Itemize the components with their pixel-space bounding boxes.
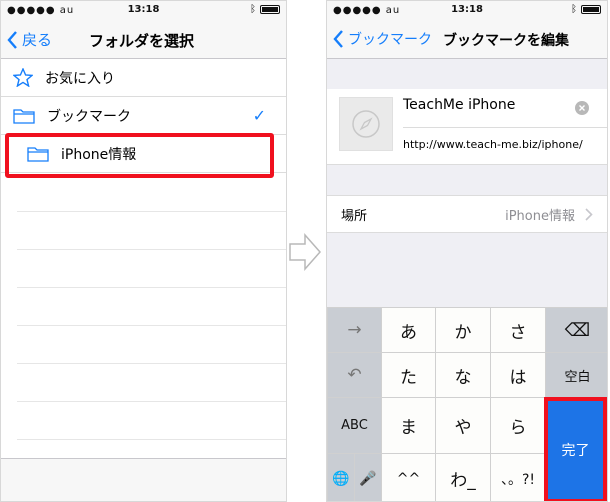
checkmark-icon: ✓ — [252, 106, 266, 125]
nav-bar: 戻る フォルダを選択 — [1, 19, 286, 59]
arrow-right-icon — [289, 233, 322, 271]
bookmark-editor: TeachMe iPhone http://www.teach-me.biz/i… — [327, 89, 607, 165]
key-sa[interactable]: さ — [490, 307, 545, 352]
section-spacer — [327, 165, 607, 195]
chevron-left-icon — [333, 30, 343, 48]
gray-background — [327, 233, 607, 307]
key-ha[interactable]: は — [490, 352, 545, 397]
empty-row-divider — [17, 363, 286, 364]
key-a[interactable]: あ — [381, 307, 435, 352]
key-ya[interactable]: や — [435, 397, 490, 453]
bookmark-url-field[interactable]: http://www.teach-me.biz/iphone/ — [403, 138, 583, 151]
key-ma[interactable]: ま — [381, 397, 435, 453]
key-undo[interactable]: ↶ — [327, 352, 381, 397]
bluetooth-icon: ᛒ — [571, 4, 577, 15]
key-abc[interactable]: ABC — [327, 397, 381, 453]
key-dakuten[interactable]: ^^ — [381, 453, 435, 501]
done-button[interactable]: 完了 — [544, 397, 607, 501]
nav-bar: ブックマーク ブックマークを編集 — [327, 19, 607, 59]
folder-item-label: ブックマーク — [47, 108, 131, 125]
back-label: 戻る — [22, 31, 53, 49]
key-punctuation[interactable]: 、。?! — [490, 453, 545, 501]
key-ra[interactable]: ら — [490, 397, 545, 453]
bluetooth-icon: ᛒ — [250, 4, 256, 15]
delete-key[interactable]: ⌫ — [545, 307, 607, 352]
empty-row-divider — [17, 249, 286, 250]
status-bar: ●●●●● au 13:18 ᛒ — [327, 1, 607, 19]
status-bar: ●●●●● au 13:18 ᛒ — [1, 1, 286, 19]
empty-row-divider — [17, 211, 286, 212]
folder-item-label: お気に入り — [45, 70, 115, 87]
key-next-arrow[interactable]: → — [327, 307, 381, 352]
chevron-left-icon — [7, 30, 17, 49]
folder-item-favorites[interactable]: お気に入り — [1, 59, 286, 97]
folder-item-bookmarks[interactable]: ブックマーク ✓ — [1, 97, 286, 135]
back-button[interactable]: 戻る — [7, 29, 52, 50]
battery-icon — [581, 5, 601, 14]
location-label: 場所 — [341, 208, 368, 224]
field-divider — [403, 127, 607, 128]
status-time: 13:18 — [451, 4, 483, 15]
star-icon — [13, 68, 33, 87]
edit-bookmark-screen: ●●●●● au 13:18 ᛒ ブックマーク ブックマークを編集 TeachM… — [326, 0, 608, 502]
back-label: ブックマーク — [348, 32, 432, 48]
space-key[interactable]: 空白 — [545, 352, 607, 397]
key-wa[interactable]: わ_ — [435, 453, 490, 501]
empty-row-divider — [17, 325, 286, 326]
key-na[interactable]: な — [435, 352, 490, 397]
chevron-right-icon — [585, 207, 593, 221]
folder-select-screen: ●●●●● au 13:18 ᛒ 戻る フォルダを選択 お気に入り ブックマーク… — [0, 0, 287, 502]
clear-icon[interactable] — [575, 101, 589, 115]
microphone-icon[interactable]: 🎤 — [354, 453, 381, 501]
back-button[interactable]: ブックマーク — [333, 29, 432, 49]
empty-row-divider — [17, 401, 286, 402]
section-spacer — [327, 59, 607, 89]
location-row[interactable]: 場所 iPhone情報 — [327, 195, 607, 233]
bottom-toolbar — [1, 458, 286, 501]
status-time: 13:18 — [127, 4, 160, 15]
page-title: フォルダを選択 — [89, 32, 195, 50]
page-title: ブックマークを編集 — [443, 33, 569, 49]
location-value: iPhone情報 — [505, 208, 575, 224]
highlight-box — [5, 133, 274, 178]
bookmark-title-field[interactable]: TeachMe iPhone — [403, 97, 515, 113]
battery-icon — [260, 5, 280, 14]
empty-row-divider — [17, 287, 286, 288]
key-ka[interactable]: か — [435, 307, 490, 352]
folder-icon — [13, 108, 35, 124]
globe-icon[interactable]: 🌐 — [327, 453, 354, 501]
compass-icon — [352, 110, 380, 138]
empty-row-divider — [17, 439, 286, 440]
key-ta[interactable]: た — [381, 352, 435, 397]
bookmark-thumbnail — [339, 97, 393, 151]
